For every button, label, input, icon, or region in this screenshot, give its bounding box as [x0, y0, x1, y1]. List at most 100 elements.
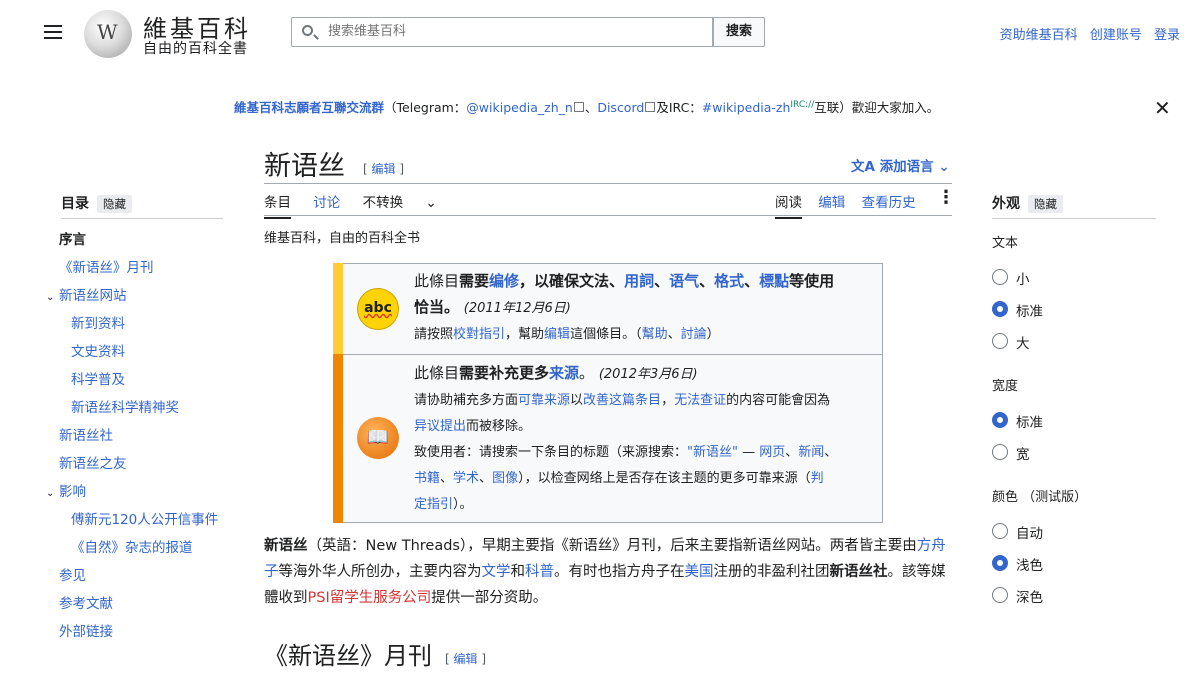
- radio-button[interactable]: [992, 555, 1008, 571]
- chevron-down-icon[interactable]: ⌄: [46, 289, 59, 307]
- search-box[interactable]: [291, 17, 713, 47]
- divider: [992, 218, 1156, 219]
- toc-item[interactable]: 新语丝科学精神奖: [46, 399, 226, 427]
- toc-hide-button[interactable]: 隐藏: [97, 195, 132, 213]
- punctuation-link[interactable]: 標點: [759, 272, 789, 290]
- tone-link[interactable]: 语气: [669, 272, 699, 290]
- tab-talk[interactable]: 讨论: [313, 195, 340, 211]
- irc-protocol: IRC://: [790, 99, 815, 110]
- radio-button[interactable]: [992, 333, 1008, 349]
- reliable-sources-link[interactable]: 可靠来源: [518, 393, 570, 408]
- unverifiable-link[interactable]: 无法查证: [674, 393, 726, 408]
- discord-link[interactable]: Discord: [597, 100, 644, 115]
- usa-link[interactable]: 美国: [685, 564, 714, 580]
- radio-button[interactable]: [992, 301, 1008, 317]
- wikipedia-logo-icon[interactable]: W: [84, 10, 132, 58]
- toc-item[interactable]: 科学普及: [46, 371, 226, 399]
- toc-item-label: 《新语丝》月刊: [59, 260, 154, 276]
- notice-text: 需要: [459, 272, 490, 290]
- toc-item[interactable]: 新语丝社: [46, 427, 226, 455]
- toc-item[interactable]: 新到资料: [46, 315, 226, 343]
- radio-button[interactable]: [992, 523, 1008, 539]
- section-heading: 《新语丝》月刊: [264, 642, 432, 670]
- user-links: 资助维基百科 创建账号 登录: [992, 24, 1180, 43]
- table-of-contents: 序言 《新语丝》月刊 ⌄ 新语丝网站 新到资料文史资料 科学普及 新语丝科学精神奖 新语丝社新…: [46, 231, 226, 651]
- notice-group-link[interactable]: 維基百科志願者互聯交流群: [234, 100, 384, 115]
- toc-item[interactable]: ⌄ 新语丝网站: [46, 287, 226, 315]
- toc-item[interactable]: ⌄ 影响: [46, 483, 226, 511]
- tab-history[interactable]: 查看历史: [862, 195, 916, 211]
- search-scholar-link[interactable]: 学术: [453, 471, 479, 486]
- toc-item-label: 新到资料: [71, 316, 125, 332]
- judgement-guide-link[interactable]: 判: [811, 471, 824, 486]
- create-account-link[interactable]: 创建账号: [1090, 28, 1142, 43]
- radio-label[interactable]: 标准: [1016, 411, 1043, 431]
- toc-item-label: 影响: [59, 484, 86, 500]
- search-news-link[interactable]: 新闻: [798, 445, 824, 460]
- book-icon: 📖: [357, 417, 399, 459]
- proofreading-guide-link[interactable]: 校對指引: [453, 327, 505, 342]
- format-link[interactable]: 格式: [714, 272, 744, 290]
- close-icon[interactable]: ✕: [1154, 96, 1171, 120]
- telegram-link[interactable]: @wikipedia_zh_n: [466, 100, 573, 115]
- edit-article-link[interactable]: 编辑: [544, 327, 570, 342]
- irc-link[interactable]: #wikipedia-zh: [702, 100, 791, 115]
- more-actions-icon[interactable]: ⋮: [937, 187, 955, 208]
- search-input[interactable]: [326, 23, 700, 40]
- appearance-hide-button[interactable]: 隐藏: [1028, 195, 1063, 213]
- radio-button[interactable]: [992, 412, 1008, 428]
- source-search-query[interactable]: "新语丝": [687, 445, 738, 460]
- chevron-down-icon[interactable]: ⌄: [46, 485, 59, 503]
- main-menu-icon[interactable]: [44, 25, 62, 39]
- radio-label[interactable]: 浅色: [1016, 554, 1043, 574]
- edit-link[interactable]: 编辑: [372, 162, 396, 176]
- radio-label[interactable]: 小: [1016, 268, 1030, 288]
- copyedit-link[interactable]: 编修: [489, 272, 519, 290]
- notice-text: 、: [699, 272, 715, 290]
- radio-label[interactable]: 深色: [1016, 586, 1043, 606]
- donate-link[interactable]: 资助维基百科: [1000, 28, 1078, 43]
- discuss-link[interactable]: 討論: [681, 327, 707, 342]
- radio-button[interactable]: [992, 587, 1008, 603]
- help-link[interactable]: 幫助: [642, 327, 668, 342]
- variant-dropdown[interactable]: 不转换 ⌄: [363, 195, 455, 211]
- toc-item[interactable]: 新语丝之友: [46, 455, 226, 483]
- improve-article-link[interactable]: 改善这篇条目: [583, 393, 661, 408]
- radio-label[interactable]: 宽: [1016, 443, 1030, 463]
- radio-label[interactable]: 标准: [1016, 300, 1043, 320]
- radio-button[interactable]: [992, 444, 1008, 460]
- notice-text: 致使用者：请搜索一下条目的标题（来源搜索：: [414, 445, 688, 460]
- judgement-guide-link[interactable]: 定指引: [414, 497, 453, 512]
- radio-label[interactable]: 自动: [1016, 522, 1043, 542]
- wording-link[interactable]: 用詞: [624, 272, 654, 290]
- copyedit-icon: abc: [357, 288, 399, 330]
- toc-item-label: 参考文献: [59, 596, 113, 612]
- toc-item[interactable]: 外部链接: [46, 623, 226, 651]
- section-edit: [ 编辑 ]: [445, 652, 487, 666]
- literature-link[interactable]: 文学: [482, 564, 511, 580]
- add-languages-button[interactable]: 文A 添加语言 ⌄: [851, 155, 950, 175]
- psi-redlink[interactable]: PSI留学生服务公司: [308, 590, 432, 606]
- toc-item[interactable]: 文史资料: [46, 343, 226, 371]
- search-images-link[interactable]: 图像: [492, 471, 518, 486]
- challenge-link[interactable]: 异议提出: [414, 419, 466, 434]
- notice-text: 及IRC：: [656, 100, 702, 115]
- toc-item[interactable]: 《自然》杂志的报道: [46, 539, 226, 567]
- radio-label[interactable]: 大: [1016, 332, 1030, 352]
- section-edit-link[interactable]: 编辑: [454, 652, 478, 666]
- search-button[interactable]: 搜索: [713, 17, 765, 47]
- sources-link[interactable]: 来源: [549, 364, 579, 382]
- popular-science-link[interactable]: 科普: [525, 564, 554, 580]
- login-link[interactable]: 登录: [1154, 28, 1180, 43]
- color-label: 颜色 （测试版）: [992, 490, 1088, 505]
- tab-edit[interactable]: 编辑: [818, 195, 845, 211]
- toc-item[interactable]: 参考文献: [46, 595, 226, 623]
- toc-item[interactable]: 《新语丝》月刊: [46, 259, 226, 287]
- radio-button[interactable]: [992, 269, 1008, 285]
- text-size-label: 文本: [992, 236, 1019, 251]
- search-books-link[interactable]: 书籍: [414, 471, 440, 486]
- search-web-link[interactable]: 网页: [759, 445, 785, 460]
- toc-item[interactable]: 傅新元120人公开信事件: [46, 511, 226, 539]
- toc-item[interactable]: 序言: [46, 231, 226, 259]
- toc-item[interactable]: 参见: [46, 567, 226, 595]
